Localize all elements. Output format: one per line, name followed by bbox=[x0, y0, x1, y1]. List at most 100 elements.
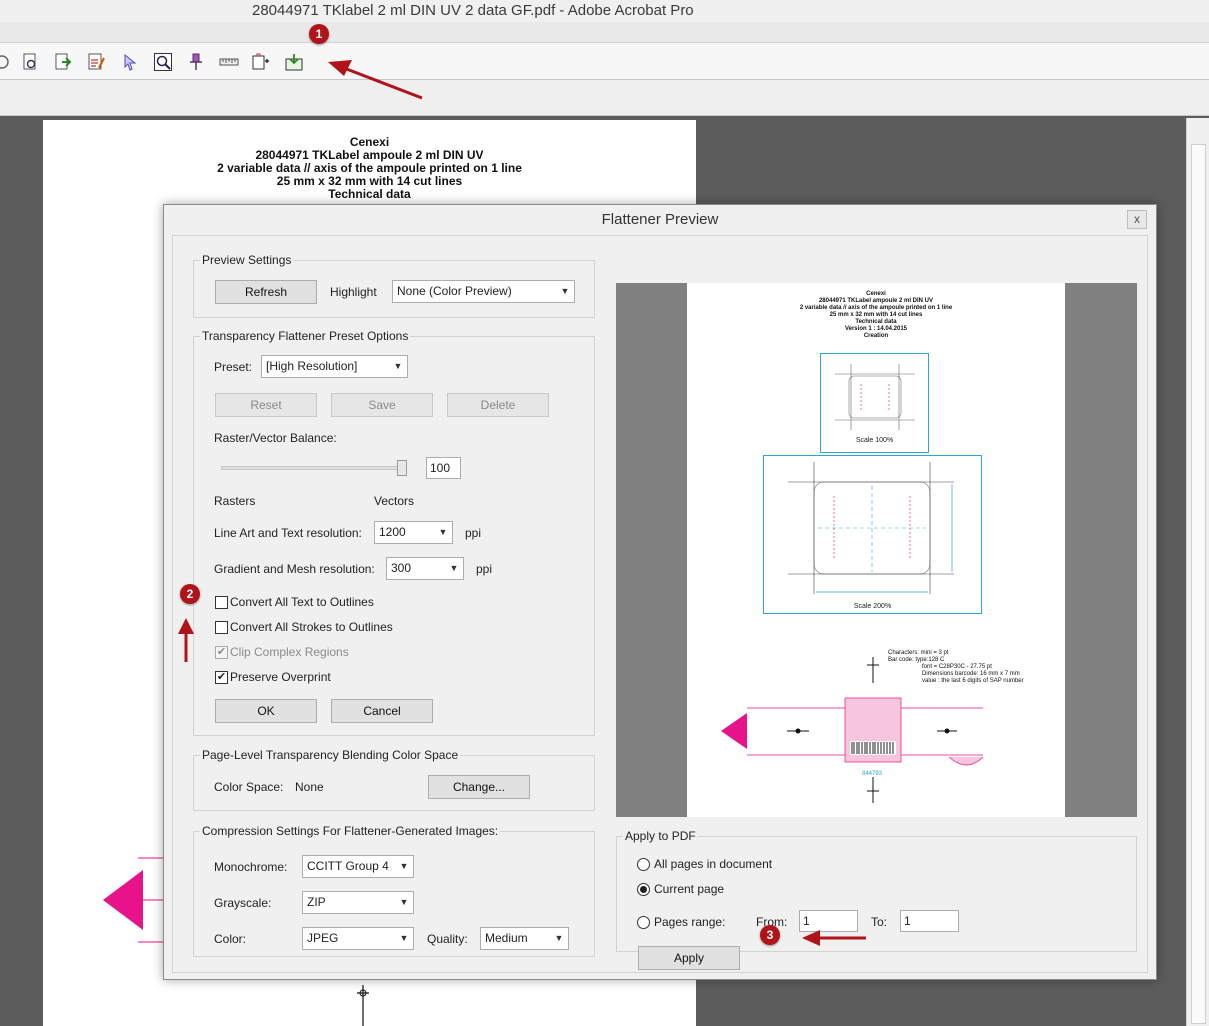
scale-100-label: Scale 100% bbox=[855, 437, 894, 444]
preview-header-line: Version 1 : 14.04.2015 bbox=[844, 326, 908, 332]
preview-header-line: Technical data bbox=[855, 319, 897, 325]
print-production-toolbar bbox=[0, 42, 1209, 80]
secondary-toolbar bbox=[0, 80, 1209, 116]
to-page-input[interactable]: 1 bbox=[900, 910, 959, 932]
partial-tool-icon[interactable] bbox=[0, 52, 12, 72]
clip-complex-label: Clip Complex Regions bbox=[230, 645, 349, 659]
export-icon[interactable] bbox=[86, 52, 106, 72]
scale-200-drawing: Scale 200% bbox=[763, 455, 982, 614]
convert-text-label: Convert All Text to Outlines bbox=[230, 595, 374, 609]
all-pages-radio[interactable] bbox=[637, 858, 650, 871]
preview-header-line: 28044971 TKLabel ampoule 2 ml DIN UV bbox=[818, 298, 934, 304]
monochrome-value: CCITT Group 4 bbox=[307, 859, 389, 873]
preview-settings-legend: Preview Settings bbox=[200, 253, 294, 267]
menu-bar bbox=[0, 22, 1209, 42]
dialog-title: Flattener Preview bbox=[601, 211, 719, 228]
preview-page: Cenexi 28044971 TKLabel ampoule 2 ml DIN… bbox=[687, 283, 1065, 817]
raster-vector-slider-track[interactable] bbox=[221, 466, 407, 470]
color-compression-select[interactable]: JPEG ▼ bbox=[302, 927, 414, 950]
close-button[interactable]: x bbox=[1127, 210, 1147, 229]
change-button[interactable]: Change... bbox=[428, 775, 530, 799]
current-page-radio[interactable] bbox=[637, 883, 650, 896]
quality-select[interactable]: Medium ▼ bbox=[480, 927, 569, 950]
dialog-content: Preview Settings Refresh Highlight None … bbox=[172, 235, 1148, 973]
ampoule-label-drawing bbox=[721, 657, 984, 803]
flattener-preview-pane[interactable]: Cenexi 28044971 TKLabel ampoule 2 ml DIN… bbox=[616, 283, 1137, 817]
scale-200-label: Scale 200% bbox=[853, 603, 892, 610]
quality-value: Medium bbox=[485, 931, 528, 945]
monochrome-select[interactable]: CCITT Group 4 ▼ bbox=[302, 855, 414, 878]
preview-page-header: Cenexi 28044971 TKLabel ampoule 2 ml DIN… bbox=[687, 291, 1065, 340]
line-art-resolution-label: Line Art and Text resolution: bbox=[214, 526, 362, 540]
save-button[interactable]: Save bbox=[331, 393, 433, 417]
vertical-scrollbar[interactable] bbox=[1186, 118, 1209, 1026]
convert-text-checkbox[interactable] bbox=[215, 596, 228, 609]
magnify-document-icon[interactable] bbox=[20, 52, 40, 72]
label-outline-small bbox=[835, 364, 915, 430]
clip-complex-checkbox[interactable]: ✔ bbox=[215, 646, 228, 659]
raster-vector-value-input[interactable]: 100 bbox=[426, 457, 461, 479]
object-tools-icon[interactable] bbox=[251, 52, 271, 72]
ruler-icon[interactable] bbox=[219, 52, 239, 72]
delete-button[interactable]: Delete bbox=[447, 393, 549, 417]
to-label: To: bbox=[871, 915, 888, 929]
gradient-ppi-label: ppi bbox=[476, 562, 493, 576]
select-arrow-icon[interactable] bbox=[120, 52, 140, 72]
apply-button[interactable]: Apply bbox=[638, 946, 740, 970]
raster-vector-balance-label: Raster/Vector Balance: bbox=[214, 431, 337, 445]
chevron-down-icon: ▼ bbox=[399, 861, 409, 871]
annotation-badge-3: 3 bbox=[760, 925, 780, 945]
flattener-preview-icon[interactable] bbox=[284, 52, 304, 72]
chevron-down-icon: ▼ bbox=[449, 563, 459, 573]
apply-to-pdf-legend: Apply to PDF bbox=[623, 829, 698, 843]
chevron-down-icon: ▼ bbox=[438, 527, 448, 537]
preset-label: Preset: bbox=[214, 360, 253, 374]
find-icon[interactable] bbox=[53, 52, 73, 72]
refresh-button[interactable]: Refresh bbox=[215, 280, 317, 304]
line-art-resolution-select[interactable]: 1200 ▼ bbox=[374, 521, 453, 544]
color-label: Color: bbox=[214, 932, 247, 946]
grayscale-select[interactable]: ZIP ▼ bbox=[302, 891, 414, 914]
preset-options-group: Transparency Flattener Preset Options Pr… bbox=[193, 329, 595, 736]
label-outline-large bbox=[788, 462, 954, 594]
annotation-badge-1: 1 bbox=[309, 24, 329, 44]
scale-100-drawing: Scale 100% bbox=[820, 353, 929, 453]
preset-select[interactable]: [High Resolution] ▼ bbox=[261, 355, 408, 378]
preview-settings-group: Preview Settings Refresh Highlight None … bbox=[193, 253, 595, 318]
preserve-overprint-checkbox[interactable]: ✔ bbox=[215, 671, 228, 684]
preset-value: [High Resolution] bbox=[266, 359, 358, 373]
annotation-arrow-2 bbox=[178, 618, 194, 662]
ok-button[interactable]: OK bbox=[215, 699, 317, 723]
line-art-ppi-label: ppi bbox=[465, 526, 482, 540]
gradient-resolution-value: 300 bbox=[391, 561, 412, 575]
pushpin-icon[interactable] bbox=[186, 52, 206, 72]
gradient-resolution-select[interactable]: 300 ▼ bbox=[386, 557, 464, 580]
cancel-button[interactable]: Cancel bbox=[331, 699, 433, 723]
line-art-resolution-value: 1200 bbox=[379, 525, 406, 539]
highlight-select[interactable]: None (Color Preview) ▼ bbox=[392, 280, 575, 303]
grayscale-label: Grayscale: bbox=[214, 896, 272, 910]
preview-zoom-icon[interactable] bbox=[153, 52, 173, 72]
convert-strokes-checkbox[interactable] bbox=[215, 621, 228, 634]
vectors-label: Vectors bbox=[374, 494, 415, 508]
preview-header-line: 2 variable data // axis of the ampoule p… bbox=[799, 305, 953, 311]
reset-button[interactable]: Reset bbox=[215, 393, 317, 417]
compression-settings-group: Compression Settings For Flattener-Gener… bbox=[193, 824, 595, 957]
preset-options-legend: Transparency Flattener Preset Options bbox=[200, 329, 411, 343]
monochrome-label: Monochrome: bbox=[214, 860, 288, 874]
annotation-badge-2: 2 bbox=[180, 584, 200, 604]
grayscale-value: ZIP bbox=[307, 895, 326, 909]
barcode-number: 844793 bbox=[861, 771, 883, 777]
preview-header-line: Creation bbox=[863, 333, 889, 339]
preview-header-line: Cenexi bbox=[866, 291, 886, 297]
document-header: Cenexi 28044971 TKLabel ampoule 2 ml DIN… bbox=[43, 136, 696, 201]
raster-vector-slider-thumb[interactable] bbox=[397, 460, 407, 476]
flattener-preview-dialog: Flattener Preview x Preview Settings Ref… bbox=[163, 204, 1157, 980]
pages-range-radio[interactable] bbox=[637, 916, 650, 929]
blending-legend: Page-Level Transparency Blending Color S… bbox=[200, 748, 461, 762]
color-space-label: Color Space: bbox=[214, 780, 284, 794]
chevron-down-icon: ▼ bbox=[399, 897, 409, 907]
cut-mark-graphic bbox=[357, 985, 369, 1026]
chevron-down-icon: ▼ bbox=[554, 933, 564, 943]
scrollbar-thumb[interactable] bbox=[1191, 144, 1206, 1024]
